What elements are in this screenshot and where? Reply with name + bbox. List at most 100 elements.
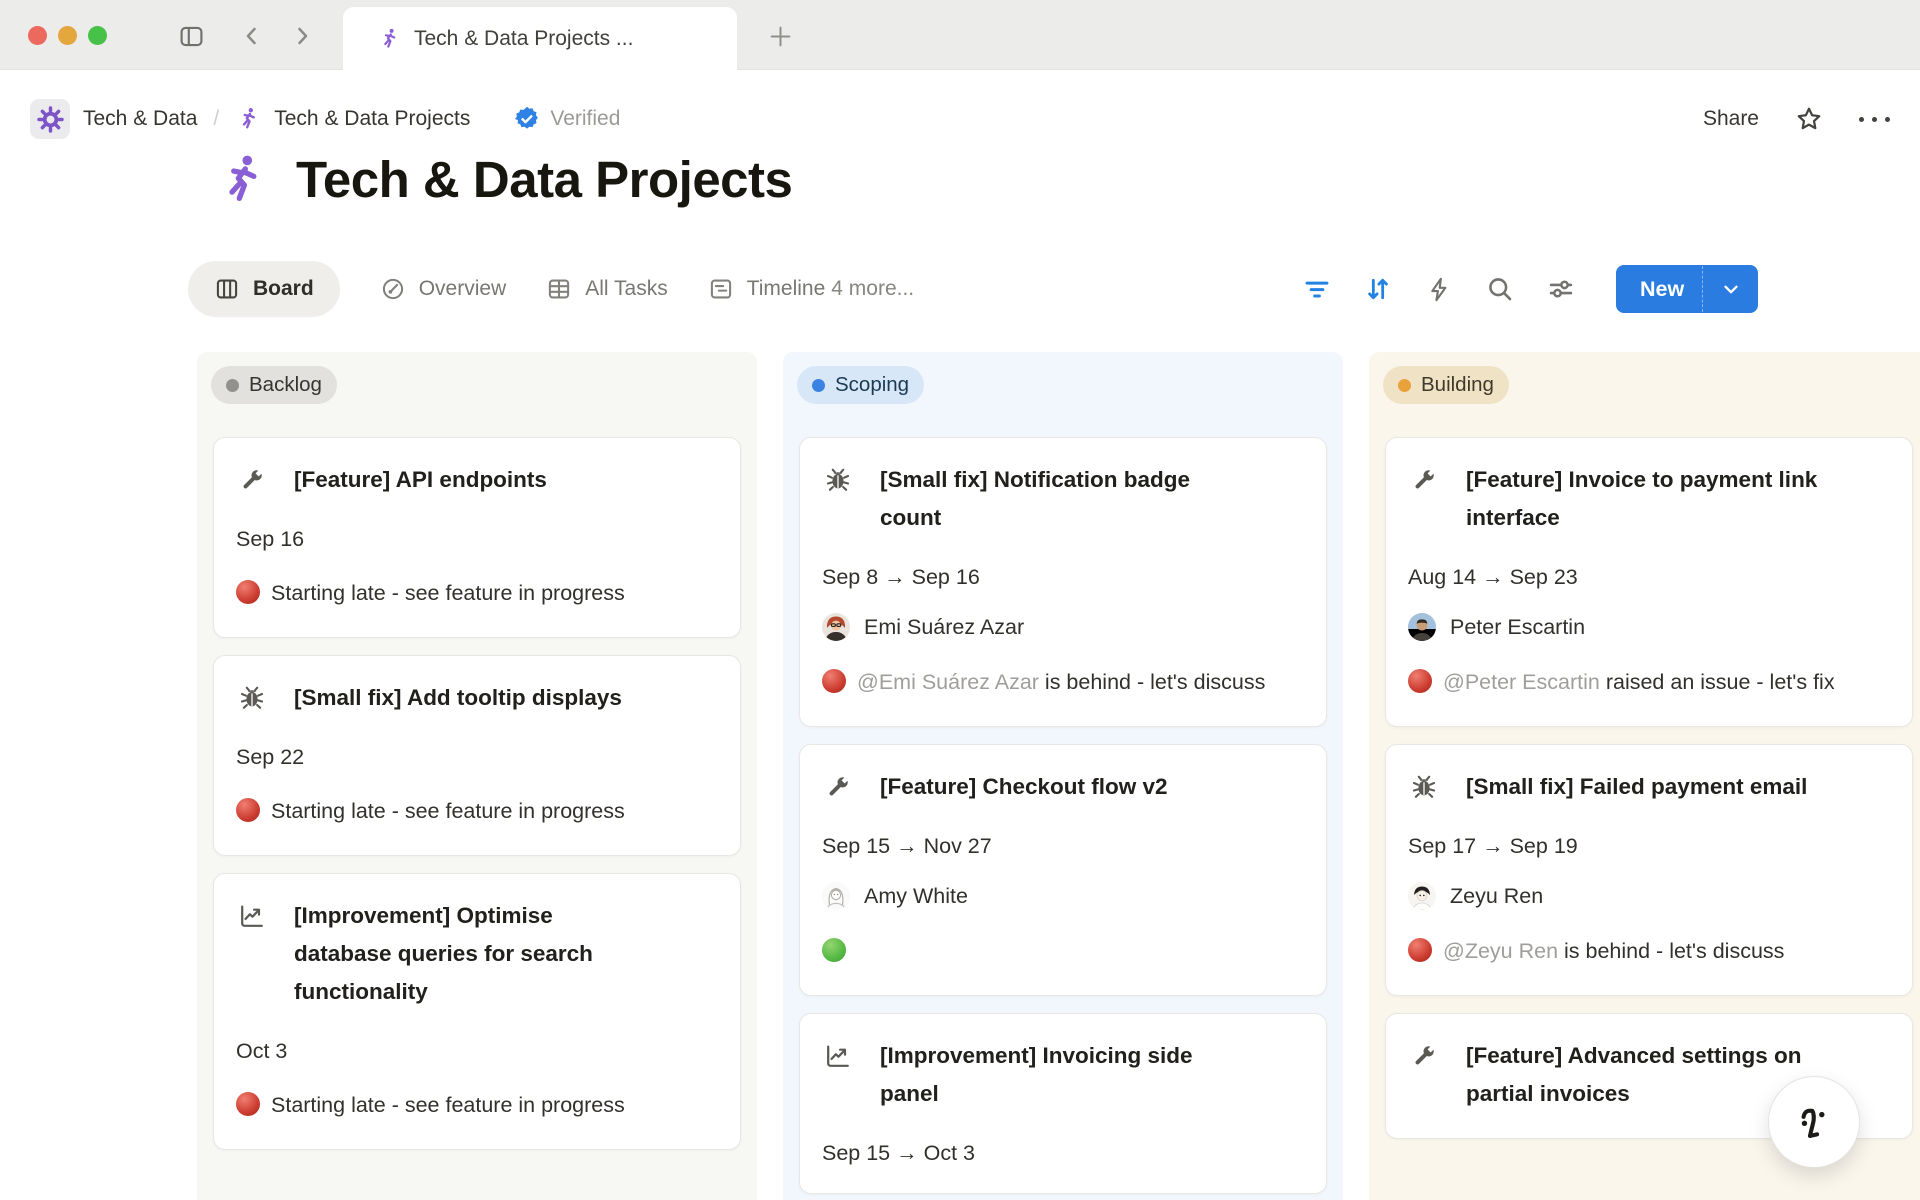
task-card[interactable]: [Improvement] Invoicing side panel Sep 1… xyxy=(799,1013,1327,1194)
column-header-chip[interactable]: Backlog xyxy=(211,366,337,404)
favorite-star-icon[interactable] xyxy=(1795,105,1823,133)
view-tab-timeline[interactable]: Timeline xyxy=(708,276,826,302)
forward-icon[interactable] xyxy=(287,21,317,51)
more-options-icon[interactable] xyxy=(1859,117,1890,122)
tab-title: Tech & Data Projects ... xyxy=(414,27,633,51)
chevron-down-icon[interactable] xyxy=(1703,278,1758,300)
task-card[interactable]: [Feature] API endpoints Sep 16 Starting … xyxy=(213,437,741,638)
status-dot xyxy=(1408,938,1432,962)
search-icon[interactable] xyxy=(1484,273,1516,305)
ai-assistant-button[interactable] xyxy=(1768,1076,1860,1168)
view-tab-label: Overview xyxy=(419,277,507,301)
card-date: Sep 17 → Sep 19 xyxy=(1408,831,1890,861)
chart-increasing-icon xyxy=(238,902,266,930)
task-card[interactable]: [Improvement] Optimise database queries … xyxy=(213,873,741,1150)
sort-icon[interactable] xyxy=(1362,273,1394,305)
breadcrumb: Tech & Data / Tech & Data Projects Verif… xyxy=(30,99,620,139)
page-title: Tech & Data Projects xyxy=(296,150,792,209)
column-header-chip[interactable]: Building xyxy=(1383,366,1509,404)
status-dot xyxy=(236,580,260,604)
card-title: [Improvement] Optimise database queries … xyxy=(236,897,646,1011)
runner-icon xyxy=(235,106,261,132)
new-button[interactable]: New xyxy=(1616,265,1758,313)
bug-icon xyxy=(824,466,852,494)
share-button[interactable]: Share xyxy=(1703,107,1759,131)
status-mention: @Zeyu Ren xyxy=(1443,939,1558,963)
status-mention: @Emi Suárez Azar xyxy=(857,670,1039,694)
card-title: [Small fix] Failed payment email xyxy=(1408,768,1818,806)
card-status: Starting late - see feature in progress xyxy=(236,575,718,612)
view-tab-board[interactable]: Board xyxy=(188,261,340,317)
card-status: Starting late - see feature in progress xyxy=(236,1087,718,1124)
status-text: is behind - let's discuss xyxy=(1558,939,1784,963)
breadcrumb-team[interactable]: Tech & Data xyxy=(83,107,197,131)
board-icon xyxy=(214,276,240,302)
column-cards: [Small fix] Notification badge count Sep… xyxy=(783,437,1343,1194)
status-text: is behind - let's discuss xyxy=(1039,670,1265,694)
more-views-link[interactable]: 4 more... xyxy=(831,277,914,301)
column-name: Scoping xyxy=(835,373,909,397)
task-card[interactable]: [Small fix] Notification badge count Sep… xyxy=(799,437,1327,727)
task-card[interactable]: [Feature] Invoice to payment link interf… xyxy=(1385,437,1913,727)
chart-increasing-icon xyxy=(824,1042,852,1070)
card-assignee: Amy White xyxy=(822,880,1304,912)
view-tab-all-tasks[interactable]: All Tasks xyxy=(546,276,667,302)
card-status: @Emi Suárez Azar is behind - let's discu… xyxy=(822,664,1304,701)
kanban-column-building: Building [Feature] Invoice to payment li… xyxy=(1369,352,1920,1200)
card-title: [Small fix] Notification badge count xyxy=(822,461,1232,537)
status-text: raised an issue - let's fix xyxy=(1600,670,1835,694)
column-name: Backlog xyxy=(249,373,322,397)
scribble-face-icon xyxy=(1788,1096,1840,1148)
column-name: Building xyxy=(1421,373,1494,397)
status-color-dot xyxy=(226,379,239,392)
card-date: Sep 22 xyxy=(236,742,718,772)
avatar-amy xyxy=(822,882,850,910)
app-tab[interactable]: Tech & Data Projects ... xyxy=(343,7,737,71)
view-tab-overview[interactable]: Overview xyxy=(380,276,507,302)
card-assignee: Emi Suárez Azar xyxy=(822,611,1304,643)
zoom-button[interactable] xyxy=(88,26,107,45)
runner-icon xyxy=(212,151,270,209)
minimize-button[interactable] xyxy=(58,26,77,45)
task-card[interactable]: [Feature] Checkout flow v2 Sep 15 → Nov … xyxy=(799,744,1327,996)
status-text: Starting late - see feature in progress xyxy=(271,799,625,823)
lightning-icon[interactable] xyxy=(1423,273,1455,305)
view-tabs: Board Overview All Tasks Timeline xyxy=(188,261,825,317)
card-title: [Improvement] Invoicing side panel xyxy=(822,1037,1232,1113)
card-date: Sep 15 → Oct 3 xyxy=(822,1138,1304,1168)
bug-icon xyxy=(238,684,266,712)
column-cards: [Feature] Invoice to payment link interf… xyxy=(1369,437,1920,1139)
breadcrumb-page[interactable]: Tech & Data Projects xyxy=(274,107,470,131)
close-button[interactable] xyxy=(28,26,47,45)
gear-icon xyxy=(37,106,64,133)
card-title: [Feature] Checkout flow v2 xyxy=(822,768,1232,806)
card-status xyxy=(822,933,1304,970)
kanban-column-backlog: Backlog [Feature] API endpoints Sep 16 S… xyxy=(197,352,757,1200)
card-title: [Feature] API endpoints xyxy=(236,461,646,499)
status-text: Starting late - see feature in progress xyxy=(271,581,625,605)
kanban-board: Backlog [Feature] API endpoints Sep 16 S… xyxy=(197,352,1920,1200)
topbar-actions: Share xyxy=(1703,105,1890,133)
card-date: Sep 15 → Nov 27 xyxy=(822,831,1304,861)
sidebar-toggle-icon[interactable] xyxy=(176,21,206,51)
new-tab-icon[interactable] xyxy=(765,21,795,51)
task-card[interactable]: [Small fix] Failed payment email Sep 17 … xyxy=(1385,744,1913,996)
assignee-name: Zeyu Ren xyxy=(1450,884,1543,909)
avatar-emi xyxy=(822,613,850,641)
sliders-icon[interactable] xyxy=(1545,273,1577,305)
verified-badge[interactable]: Verified xyxy=(513,105,620,133)
bug-icon xyxy=(1410,773,1438,801)
team-icon-box[interactable] xyxy=(30,99,70,139)
views-toolbar: Board Overview All Tasks Timeline 4 more... xyxy=(0,258,1920,320)
card-status: @Peter Escartin raised an issue - let's … xyxy=(1408,664,1890,701)
column-header-chip[interactable]: Scoping xyxy=(797,366,924,404)
filter-icon[interactable] xyxy=(1301,273,1333,305)
back-icon[interactable] xyxy=(237,21,267,51)
assignee-name: Emi Suárez Azar xyxy=(864,615,1024,640)
task-card[interactable]: [Small fix] Add tooltip displays Sep 22 … xyxy=(213,655,741,856)
traffic-lights xyxy=(28,26,107,45)
breadcrumb-separator: / xyxy=(210,107,222,131)
window-chrome: Tech & Data Projects ... xyxy=(0,0,1920,70)
status-dot xyxy=(1408,669,1432,693)
assignee-name: Peter Escartin xyxy=(1450,615,1585,640)
